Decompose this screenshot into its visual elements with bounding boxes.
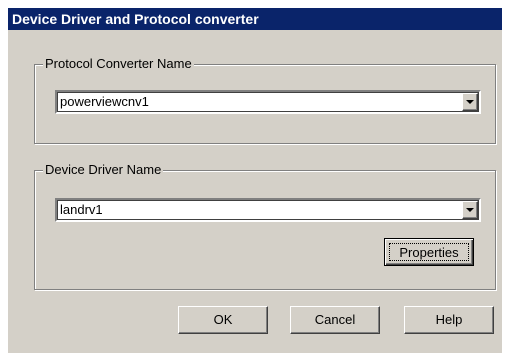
properties-button[interactable]: Properties — [384, 238, 474, 266]
ok-button[interactable]: OK — [178, 306, 268, 334]
protocol-converter-select[interactable]: powerviewcnv1 — [55, 90, 481, 114]
device-driver-group: Device Driver Name landrv1 Properties — [34, 162, 496, 290]
protocol-converter-value: powerviewcnv1 — [60, 94, 149, 109]
protocol-converter-legend: Protocol Converter Name — [43, 56, 194, 72]
dialog-title: Device Driver and Protocol converter — [8, 8, 502, 30]
device-driver-legend: Device Driver Name — [43, 162, 164, 178]
cancel-button[interactable]: Cancel — [290, 306, 380, 334]
properties-button-label: Properties — [389, 243, 469, 261]
chevron-down-icon[interactable] — [462, 93, 478, 111]
device-driver-select[interactable]: landrv1 — [55, 198, 481, 222]
device-driver-value: landrv1 — [60, 202, 103, 217]
dialog-window: Device Driver and Protocol converter Pro… — [8, 8, 502, 353]
help-button[interactable]: Help — [404, 306, 494, 334]
protocol-converter-group: Protocol Converter Name powerviewcnv1 — [34, 56, 496, 144]
chevron-down-icon[interactable] — [462, 201, 478, 219]
